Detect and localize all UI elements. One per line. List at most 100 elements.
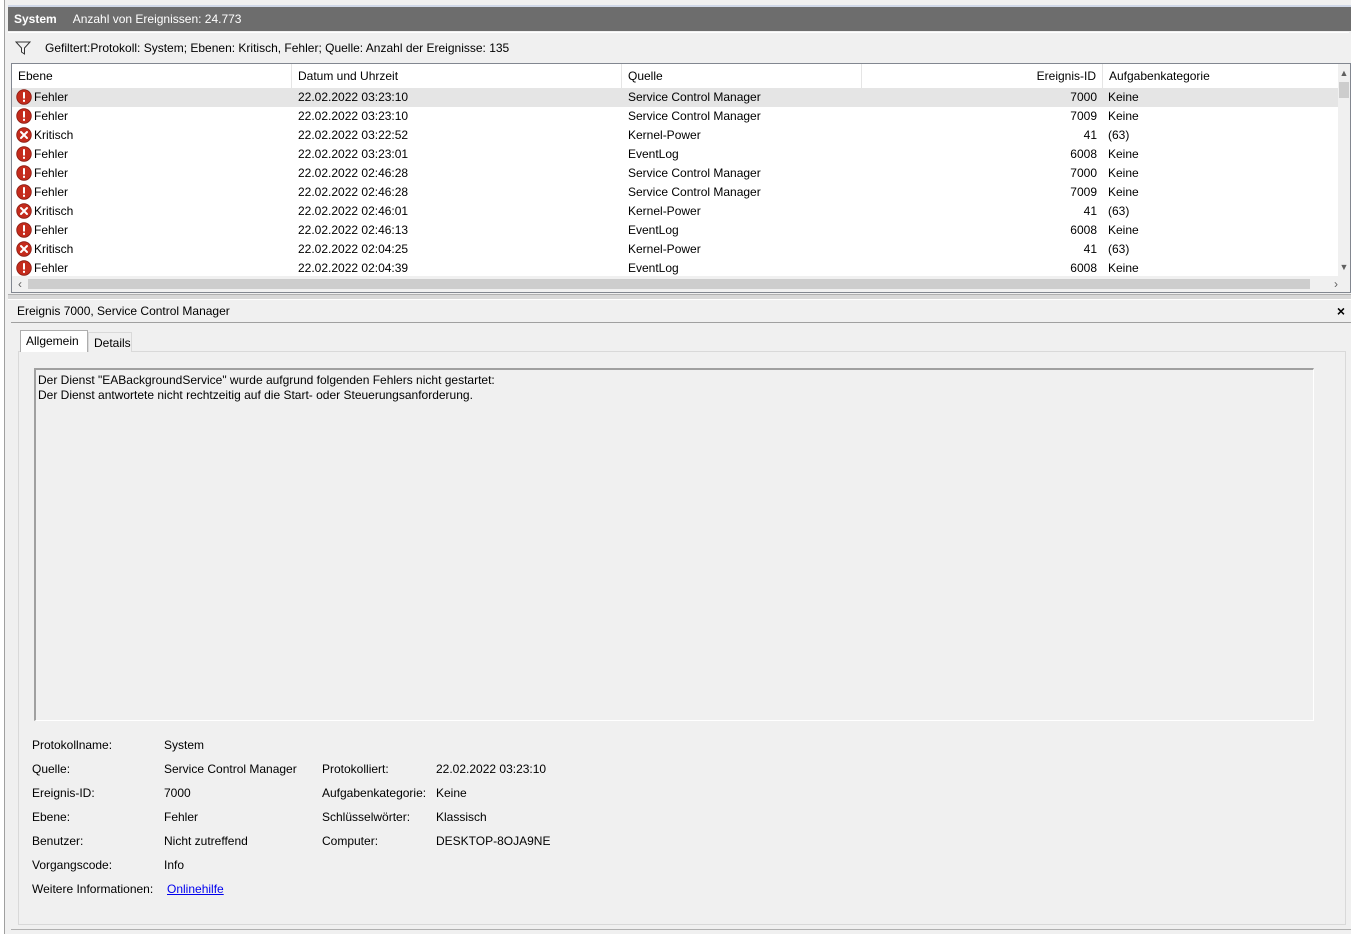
event-message[interactable]: Der Dienst "EABackgroundService" wurde a… (34, 368, 1314, 721)
vorgangscode-label: Vorgangscode: (32, 858, 113, 872)
row-category: (63) (1108, 242, 1130, 256)
row-event-id: 7000 (1070, 90, 1097, 104)
protokolliert-value: 22.02.2022 03:23:10 (436, 762, 547, 776)
table-row[interactable]: Kritisch 22.02.2022 02:46:01 Kernel-Power 4… (12, 202, 1338, 221)
detail-header: Ereignis 7000, Service Control Manager × (11, 300, 1351, 323)
row-level: Fehler (34, 223, 69, 237)
row-date: 22.02.2022 02:04:25 (298, 242, 409, 256)
tab-details[interactable]: Details (88, 332, 132, 352)
error-icon (16, 89, 32, 105)
quelle-value: Service Control Manager (164, 762, 297, 776)
table-row[interactable]: Kritisch 22.02.2022 03:22:52 Kernel-Power 4… (12, 126, 1338, 145)
vorgangscode-value: Info (164, 858, 185, 872)
row-source: Service Control Manager (628, 185, 761, 199)
row-source: Kernel-Power (628, 204, 701, 218)
row-source: Kernel-Power (628, 128, 701, 142)
error-icon (16, 165, 32, 181)
scroll-right-icon[interactable]: › (1328, 276, 1344, 292)
event-count: Anzahl von Ereignissen: 24.773 (72, 12, 242, 26)
computer-value: DESKTOP-8OJA9NE (436, 834, 551, 848)
left-pane-edge (0, 0, 5, 934)
table-row[interactable]: Fehler 22.02.2022 03:23:10 Service Control… (12, 107, 1338, 126)
protokollname-label: Protokollname: (32, 738, 113, 752)
ereignis-id-value: 7000 (164, 786, 191, 800)
close-icon[interactable]: × (1337, 300, 1345, 322)
row-date: 22.02.2022 03:23:10 (298, 90, 409, 104)
row-category: Keine (1108, 166, 1139, 180)
row-date: 22.02.2022 02:46:01 (298, 204, 409, 218)
row-event-id: 7009 (1070, 185, 1097, 199)
row-event-id: 7009 (1070, 109, 1097, 123)
filter-icon (15, 41, 31, 55)
vertical-scroll-thumb[interactable] (1339, 82, 1349, 98)
benutzer-value: Nicht zutreffend (164, 834, 248, 848)
ereignis-id-label: Ereignis-ID: (32, 786, 95, 800)
row-event-id: 7000 (1070, 166, 1097, 180)
row-event-id: 6008 (1070, 147, 1097, 161)
column-header-aufgabenkategorie[interactable]: Aufgabenkategorie (1103, 64, 1340, 88)
row-category: Keine (1108, 185, 1139, 199)
bottom-border (11, 929, 1351, 930)
schluesselwoerter-label: Schlüsselwörter: (322, 810, 411, 824)
row-category: Keine (1108, 90, 1139, 104)
event-grid[interactable]: Ebene Datum und Uhrzeit Quelle Ereignis-… (11, 63, 1351, 293)
error-icon (16, 222, 32, 238)
row-source: EventLog (628, 147, 679, 161)
row-category: (63) (1108, 128, 1130, 142)
row-level: Kritisch (34, 128, 74, 142)
table-row[interactable]: Fehler 22.02.2022 03:23:01 EventLog 6008 Kei… (12, 145, 1338, 164)
row-date: 22.02.2022 03:23:10 (298, 109, 409, 123)
row-source: Service Control Manager (628, 166, 761, 180)
error-icon (16, 184, 32, 200)
tab-allgemein[interactable]: Allgemein (20, 330, 88, 352)
weitere-informationen-label: Weitere Informationen: (32, 882, 154, 896)
filter-bar: Gefiltert:Protokoll: System; Ebenen: Kri… (8, 32, 1349, 62)
table-row[interactable]: Fehler 22.02.2022 02:46:13 EventLog 6008 Kei… (12, 221, 1338, 240)
row-level: Fehler (34, 185, 69, 199)
benutzer-label: Benutzer: (32, 834, 84, 848)
row-date: 22.02.2022 02:46:13 (298, 223, 409, 237)
row-level: Fehler (34, 109, 69, 123)
table-row[interactable]: Fehler 22.02.2022 03:23:10 Service Control… (12, 88, 1338, 107)
critical-icon (16, 127, 32, 143)
scroll-down-icon[interactable]: ▼ (1338, 260, 1350, 274)
row-category: Keine (1108, 109, 1139, 123)
row-source: Service Control Manager (628, 90, 761, 104)
scroll-left-icon[interactable]: ‹ (12, 276, 28, 292)
protokolliert-label: Protokolliert: (322, 762, 389, 776)
column-header-quelle[interactable]: Quelle (622, 64, 862, 88)
error-icon (16, 260, 32, 276)
error-icon (16, 146, 32, 162)
vertical-scrollbar[interactable]: ▲ ▼ (1338, 64, 1350, 276)
onlinehilfe-link[interactable]: Onlinehilfe (167, 881, 224, 897)
row-level: Kritisch (34, 204, 74, 218)
row-level: Fehler (34, 166, 69, 180)
row-level: Fehler (34, 90, 69, 104)
column-header-ereignis-id[interactable]: Ereignis-ID (862, 64, 1103, 88)
row-category: (63) (1108, 204, 1130, 218)
row-date: 22.02.2022 03:23:01 (298, 147, 409, 161)
aufgabenkategorie-value: Keine (436, 786, 467, 800)
column-header-datum[interactable]: Datum und Uhrzeit (292, 64, 622, 88)
detail-title: Ereignis 7000, Service Control Manager (17, 304, 230, 318)
log-title-bar: System Anzahl von Ereignissen: 24.773 (8, 5, 1351, 31)
row-level: Fehler (34, 147, 69, 161)
table-row[interactable]: Fehler 22.02.2022 02:46:28 Service Control… (12, 183, 1338, 202)
grid-header: Ebene Datum und Uhrzeit Quelle Ereignis-… (12, 64, 1340, 88)
horizontal-scrollbar[interactable]: ‹ › (12, 276, 1350, 292)
ebene-value: Fehler (164, 810, 199, 824)
ebene-label: Ebene: (32, 810, 71, 824)
table-row[interactable]: Kritisch 22.02.2022 02:04:25 Kernel-Power 4… (12, 240, 1338, 259)
row-source: Kernel-Power (628, 242, 701, 256)
horizontal-scroll-thumb[interactable] (28, 279, 1310, 289)
row-date: 22.02.2022 03:22:52 (298, 128, 409, 142)
row-category: Keine (1108, 223, 1139, 237)
critical-icon (16, 241, 32, 257)
row-date: 22.02.2022 02:46:28 (298, 185, 409, 199)
error-icon (16, 108, 32, 124)
scroll-up-icon[interactable]: ▲ (1338, 66, 1350, 80)
table-row[interactable]: Fehler 22.02.2022 02:46:28 Service Control… (12, 164, 1338, 183)
column-header-ebene[interactable]: Ebene (12, 64, 292, 88)
row-event-id: 41 (1083, 128, 1097, 142)
schluesselwoerter-value: Klassisch (436, 810, 487, 824)
